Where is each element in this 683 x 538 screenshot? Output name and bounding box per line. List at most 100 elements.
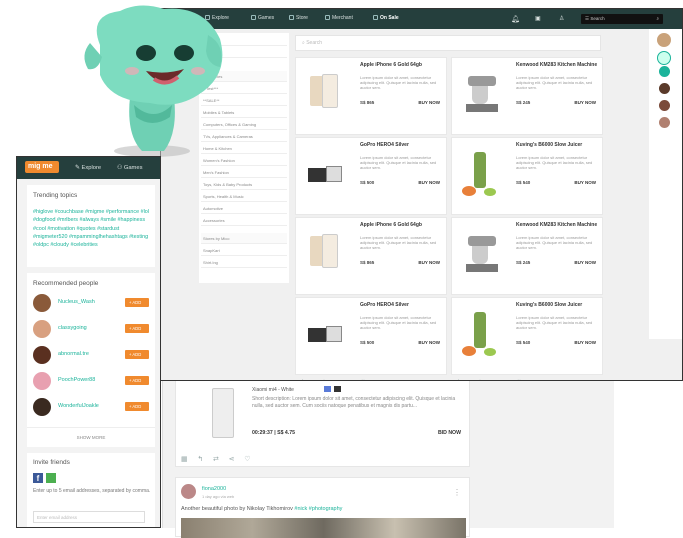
search-box[interactable]: ☰ Search ⌕ (581, 14, 663, 24)
nav-merchant-label: Merchant (332, 15, 353, 21)
reply-icon[interactable]: ↰ (197, 456, 203, 463)
product-price: S$ 500 (360, 180, 375, 185)
share-icon[interactable]: ⋖ (341, 379, 345, 380)
store-window: Explore Games Store Merchant On Sale 🔔︎ … (160, 8, 683, 381)
friend-avatar[interactable] (659, 66, 670, 77)
product-card[interactable]: Kenwood KM283 Kitchen Machine Lorem ipsum… (451, 217, 603, 295)
store-item[interactable]: SnapKart (201, 245, 287, 256)
repost-icon[interactable]: ⇄ (477, 379, 481, 380)
friend-avatar[interactable] (657, 51, 671, 65)
product-card[interactable]: GoPro HERO4 Silver Lorem ipsum dolor sit … (295, 137, 447, 215)
product-card[interactable]: Apple iPhone 6 Gold 64gb Lorem ipsum dolo… (295, 217, 447, 295)
like-icon[interactable]: ♡ (244, 456, 250, 463)
add-button[interactable]: + ADD (125, 298, 149, 307)
like-icon[interactable]: ♡ (361, 379, 365, 380)
product-card[interactable]: Kuving's B6000 Slow Juicer Lorem ipsum do… (451, 297, 603, 375)
repost-icon[interactable]: ⇄ (213, 456, 219, 463)
product-image (460, 230, 502, 280)
product-description: Lorem ipsum dolor sit amet, consectetur … (360, 235, 437, 250)
buy-now-button[interactable]: BUY NOW (574, 340, 596, 345)
avatar[interactable] (181, 484, 196, 499)
nav-store[interactable]: Store (289, 15, 308, 21)
bell-icon[interactable]: 🔔︎ (511, 15, 520, 23)
product-title: GoPro HERO4 Silver (360, 302, 409, 308)
post-username[interactable]: fiona2000 (202, 486, 226, 492)
add-button[interactable]: + ADD (125, 376, 149, 385)
product-card[interactable]: GoPro HERO4 Silver Lorem ipsum dolor sit … (295, 297, 447, 375)
category-item[interactable]: Toys, Kids & Baby Products (201, 179, 287, 190)
nav-games-label: Games (123, 165, 143, 171)
product-title: Apple iPhone 6 Gold 64gb (360, 222, 422, 228)
store-item[interactable]: Shirt.Ing (201, 257, 287, 268)
calendar-icon[interactable]: ▦ (181, 456, 188, 463)
store-search-input[interactable]: ⌕ Search (295, 35, 601, 51)
buy-now-button[interactable]: BUY NOW (418, 100, 440, 105)
trending-tags[interactable]: #higlove #couchbase #migme #performance … (33, 208, 153, 249)
trending-title: Trending topics (33, 192, 78, 199)
buy-now-button[interactable]: BUY NOW (418, 340, 440, 345)
friend-avatar[interactable] (657, 33, 671, 47)
person-name[interactable]: classygoing (58, 325, 87, 331)
avatar[interactable] (33, 320, 51, 338)
friend-avatar[interactable] (659, 117, 670, 128)
show-more-button[interactable]: SHOW MORE (27, 427, 155, 440)
add-button[interactable]: + ADD (125, 324, 149, 333)
friend-avatar[interactable] (659, 83, 670, 94)
share-icon[interactable]: ⋖ (229, 456, 235, 463)
nav-games[interactable]: ⚇ Games (117, 165, 143, 171)
buy-now-button[interactable]: BUY NOW (574, 260, 596, 265)
product-card[interactable]: Kenwood KM283 Kitchen Machine Lorem ipsum… (451, 57, 603, 135)
product-image (304, 150, 346, 200)
reply-icon[interactable]: ↰ (301, 379, 305, 380)
person-name[interactable]: PoochPower88 (58, 377, 95, 383)
product-title: Apple iPhone 6 Gold 64gb (360, 62, 422, 68)
like-icon[interactable]: ♡ (517, 379, 521, 380)
person-name[interactable]: WonderfulJoakle (58, 403, 99, 409)
buy-now-button[interactable]: BUY NOW (574, 180, 596, 185)
invite-panel: Invite friends f Enter up to 5 email add… (27, 453, 155, 527)
share-icon[interactable]: ⋖ (497, 379, 501, 380)
avatar[interactable] (33, 398, 51, 416)
buy-now-button[interactable]: BUY NOW (418, 180, 440, 185)
product-title: Kuving's B6000 Slow Juicer (516, 302, 583, 308)
avatar[interactable] (33, 294, 51, 312)
friend-avatar[interactable] (659, 100, 670, 111)
nav-onsale[interactable]: On Sale (373, 15, 399, 21)
category-item[interactable]: Sports, Health & Music (201, 191, 287, 202)
migme-logo[interactable]: mig me (25, 161, 59, 173)
user-icon[interactable]: ♙ (559, 15, 564, 22)
category-item[interactable]: Automotive (201, 203, 287, 214)
person-name[interactable]: abnormal.tre (58, 351, 89, 357)
product-card[interactable]: Apple iPhone 6 Gold 64gb Lorem ipsum dolo… (295, 57, 447, 135)
repost-icon[interactable]: ⇄ (321, 379, 325, 380)
avatar[interactable] (33, 372, 51, 390)
invite-email-input[interactable]: Enter email address (33, 511, 145, 523)
chat-icon[interactable]: ▣ (535, 15, 541, 22)
nav-merchant[interactable]: Merchant (325, 15, 353, 21)
category-item[interactable]: Accessories (201, 215, 287, 226)
reply-icon[interactable]: ↰ (457, 379, 461, 380)
category-item[interactable]: Men's Fashion (201, 167, 287, 178)
search-box-label: Search (590, 16, 605, 21)
add-button[interactable]: + ADD (125, 402, 149, 411)
search-icon: ⌕ (302, 40, 305, 46)
buy-now-button[interactable]: BUY NOW (574, 100, 596, 105)
avatar[interactable] (33, 346, 51, 364)
nav-games[interactable]: Games (251, 15, 274, 21)
email-icon[interactable] (46, 473, 56, 483)
bid-now-button[interactable]: BID NOW (438, 430, 461, 436)
more-icon[interactable]: ⋮ (453, 488, 461, 497)
product-card[interactable]: Kuving's B6000 Slow Juicer Lorem ipsum do… (451, 137, 603, 215)
post-text-body: Another beautiful photo by Nikolay Tikho… (181, 506, 295, 512)
nav-explore-label: Explore (81, 165, 102, 171)
person-name[interactable]: Nucleus_Wash (58, 299, 95, 305)
post-tags[interactable]: #nick #photography (294, 506, 342, 512)
post-photo[interactable] (181, 518, 466, 538)
time-left: 00:29:37 (252, 430, 273, 436)
nav-games-label: Games (258, 15, 275, 21)
facebook-icon[interactable]: f (33, 473, 43, 483)
add-button[interactable]: + ADD (125, 350, 149, 359)
post-description: Short description: Lorem ipsum dolor sit… (252, 396, 456, 409)
buy-now-button[interactable]: BUY NOW (418, 260, 440, 265)
nav-explore[interactable]: ✎ Explore (75, 165, 101, 171)
